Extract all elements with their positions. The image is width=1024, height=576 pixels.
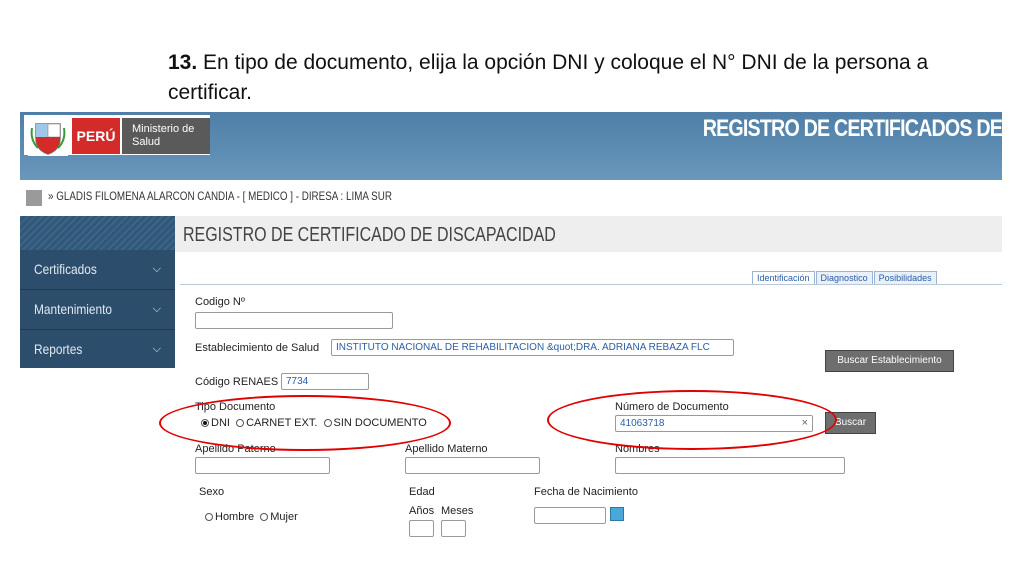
numero-documento-input[interactable]: 41063718 ×: [615, 415, 813, 432]
radio-carnet[interactable]: CARNET EXT.: [236, 417, 317, 429]
codigo-input[interactable]: [195, 312, 393, 329]
edad-label: Edad: [409, 486, 435, 498]
apellido-materno-label: Apellido Materno: [405, 443, 488, 455]
radio-sin-documento-label: SIN DOCUMENTO: [333, 417, 427, 429]
page-header: REGISTRO DE CERTIFICADO DE DISCAPACIDAD: [175, 216, 1002, 252]
main-panel: REGISTRO DE CERTIFICADO DE DISCAPACIDAD …: [175, 216, 1002, 544]
instruction-text: En tipo de documento, elija la opción DN…: [168, 51, 929, 104]
radio-mujer-label: Mujer: [270, 511, 298, 523]
nombres-label: Nombres: [615, 443, 660, 455]
radio-hombre[interactable]: Hombre: [205, 511, 254, 523]
radio-hombre-label: Hombre: [215, 511, 255, 523]
clear-icon[interactable]: ×: [802, 416, 808, 431]
logo-peru: PERÚ: [72, 118, 120, 154]
sidebar-item-label: Mantenimiento: [34, 301, 113, 317]
numero-documento-label: Número de Documento: [615, 401, 729, 413]
radio-dni-label: DNI: [211, 417, 230, 429]
step-number: 13.: [168, 51, 198, 74]
apellido-paterno-label: Apellido Paterno: [195, 443, 276, 455]
sidebar-blank: [20, 368, 175, 544]
radio-sin-documento-icon[interactable]: [323, 419, 332, 428]
coat-of-arms-icon: [28, 118, 68, 156]
meses-label: Meses: [441, 505, 474, 517]
renaes-label: Código RENAES: [195, 376, 279, 388]
tab-diagnostico[interactable]: Diagnostico: [815, 271, 873, 285]
radio-sin-documento[interactable]: SIN DOCUMENTO: [323, 417, 427, 429]
radio-mujer-icon[interactable]: [260, 513, 269, 522]
numero-documento-value: 41063718: [620, 418, 665, 429]
buscar-establecimiento-button[interactable]: Buscar Establecimiento: [825, 350, 954, 372]
sidebar-item-label: Certificados: [34, 261, 97, 277]
radio-dni[interactable]: DNI: [201, 417, 230, 429]
sexo-radios: Hombre Mujer: [205, 511, 298, 523]
tab-posibilidades[interactable]: Posibilidades: [873, 271, 937, 285]
anios-label: Años: [409, 505, 435, 517]
establecimiento-input[interactable]: INSTITUTO NACIONAL DE REHABILITACION &qu…: [331, 339, 734, 356]
radio-hombre-icon[interactable]: [205, 513, 213, 522]
buscar-button[interactable]: Buscar: [825, 412, 876, 434]
app-banner: PERÚ Ministerio de Salud REGISTRO DE CER…: [20, 112, 1002, 180]
sexo-label: Sexo: [199, 486, 225, 498]
app-screenshot: PERÚ Ministerio de Salud REGISTRO DE CER…: [20, 112, 1002, 544]
tipo-documento-label: Tipo Documento: [195, 401, 276, 413]
establecimiento-label: Establecimiento de Salud: [195, 342, 320, 354]
sidebar-item-certificados[interactable]: Certificados ⌵: [20, 250, 175, 290]
renaes-input[interactable]: 7734: [281, 373, 369, 390]
sidebar: Certificados ⌵ Mantenimiento ⌵ Reportes …: [20, 216, 175, 544]
tab-divider: [180, 284, 1002, 285]
sidebar-item-mantenimiento[interactable]: Mantenimiento ⌵: [20, 290, 175, 330]
meses-input[interactable]: [441, 520, 466, 537]
user-bar: » GLADIS FILOMENA ALARCON CANDIA - [ MED…: [20, 180, 1002, 218]
anios-input[interactable]: [409, 520, 434, 537]
fecha-nacimiento-label: Fecha de Nacimiento: [534, 486, 638, 498]
radio-dni-icon[interactable]: [201, 419, 209, 428]
sidebar-item-reportes[interactable]: Reportes ⌵: [20, 330, 175, 370]
logo-ministry: Ministerio de Salud: [122, 118, 210, 154]
radio-mujer[interactable]: Mujer: [260, 511, 298, 523]
tab-identificacion[interactable]: Identificación: [752, 271, 815, 285]
sidebar-header: [20, 216, 175, 250]
chevron-down-icon: ⌵: [152, 263, 161, 275]
chevron-down-icon: ⌵: [152, 343, 161, 355]
apellido-paterno-input[interactable]: [195, 457, 330, 474]
nombres-input[interactable]: [615, 457, 845, 474]
chevron-down-icon: ⌵: [152, 303, 161, 315]
banner-title: REGISTRO DE CERTIFICADOS DE: [702, 115, 1002, 142]
tipo-documento-radios: DNI CARNET EXT. SIN DOCUMENTO: [201, 417, 427, 429]
sidebar-item-label: Reportes: [34, 341, 83, 357]
fecha-nacimiento-input[interactable]: [534, 507, 606, 524]
user-icon: [26, 190, 42, 206]
slide-instruction: 13. En tipo de documento, elija la opció…: [168, 48, 968, 108]
apellido-materno-input[interactable]: [405, 457, 540, 474]
radio-carnet-icon[interactable]: [236, 419, 245, 428]
radio-carnet-label: CARNET EXT.: [246, 417, 318, 429]
calendar-icon[interactable]: [610, 507, 624, 521]
page-title: REGISTRO DE CERTIFICADO DE DISCAPACIDAD: [183, 224, 556, 246]
codigo-label: Codigo Nº: [195, 296, 245, 308]
user-info: » GLADIS FILOMENA ALARCON CANDIA - [ MED…: [48, 189, 392, 203]
minsa-logo: PERÚ Ministerio de Salud: [24, 115, 210, 156]
